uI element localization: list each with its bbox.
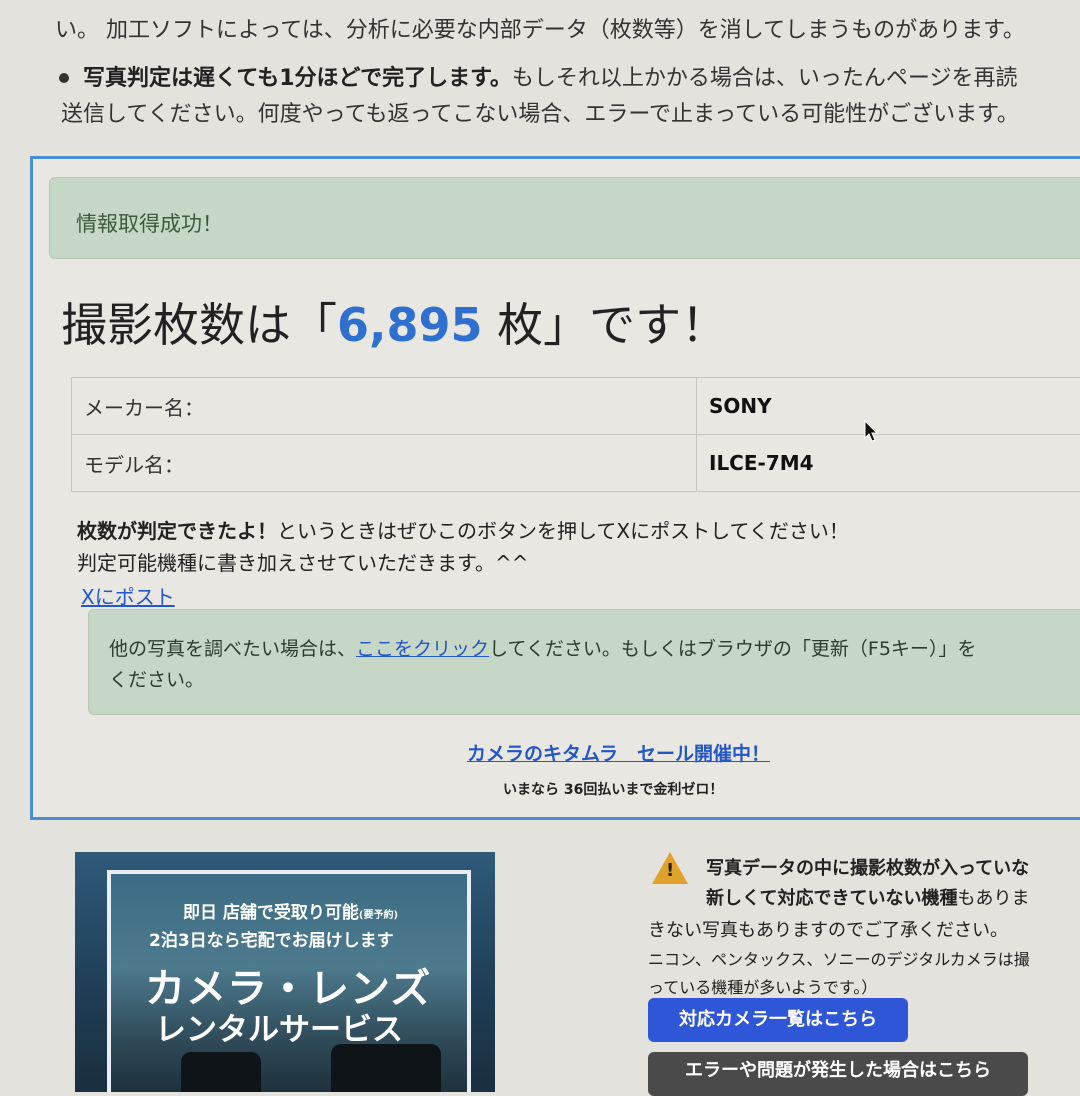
sale-subtext: いまなら 36回払いまで金利ゼロ！ [503,779,723,799]
shot-count-headline: 撮影枚数は「6,895 枚」です！ [61,289,727,355]
table-row: メーカー名： SONY [72,378,1080,435]
other-photo-line1: 他の写真を調べたい場合は、ここをクリックしてください。もしくはブラウザの「更新（… [109,634,976,661]
bullet-bold: 写真判定は遅くても1分ほどで完了します。 [83,66,512,91]
lens-image [181,1052,261,1092]
warning-line2-rest: もありま [957,888,1029,909]
banner-frame: 即日 店舗で受取り可能(要予約) 2泊3日なら宅配でお届けします カメラ・レンズ… [107,870,471,1092]
camera-image [331,1044,441,1092]
note-bold: 枚数が判定できたよ！ [77,519,277,543]
warning-line1: 写真データの中に撮影枚数が入っていな [706,854,1029,880]
table-row: モデル名： ILCE-7M4 [72,435,1080,492]
banner-line1-text: 即日 店舗で受取り可能 [183,903,359,923]
maker-label: メーカー名： [72,378,697,435]
bullet-dot-icon [59,73,69,83]
banner-line2: 2泊3日なら宅配でお届けします [149,926,394,951]
other-photo-alert: 他の写真を調べたい場合は、ここをクリックしてください。もしくはブラウザの「更新（… [88,609,1080,715]
warning-triangle-icon: ! [652,852,688,884]
success-alert: 情報取得成功！ [49,177,1080,259]
warning-line2: 新しくて対応できていない機種もありま [706,884,1029,910]
note-text: というときはぜひこのボタンを押してXにポストしてください！ [277,519,849,543]
rental-service-banner[interactable]: 即日 店舗で受取り可能(要予約) 2泊3日なら宅配でお届けします カメラ・レンズ… [75,852,495,1092]
warning-line4: ニコン、ペンタックス、ソニーのデジタルカメラは撮 [648,946,1030,970]
bullet-item: 写真判定は遅くても1分ほどで完了します。もしそれ以上かかる場合は、いったんページ… [55,60,1017,92]
error-report-button[interactable]: エラーや問題が発生した場合はこちら [648,1052,1028,1096]
maker-value: SONY [697,378,1080,435]
post-request-note: 枚数が判定できたよ！というときはぜひこのボタンを押してXにポストしてください！ [77,515,849,544]
headline-prefix: 撮影枚数は「 [61,298,337,352]
result-panel: 情報取得成功！ 撮影枚数は「6,895 枚」です！ メーカー名： SONY モデ… [30,156,1080,820]
banner-line1-small: (要予約) [359,910,398,921]
bullet-text: もしそれ以上かかる場合は、いったんページを再読 [512,66,1018,91]
camera-spec-table: メーカー名： SONY モデル名： ILCE-7M4 [71,377,1080,492]
shot-count-value: 6,895 [337,298,483,352]
bullet-line2: 送信してください。何度やっても返ってこない場合、エラーで止まっている可能性がござ… [61,96,1019,128]
supported-cameras-button[interactable]: 対応カメラ一覧はこちら [648,998,908,1042]
success-message: 情報取得成功！ [76,208,223,238]
warning-line2-bold: 新しくて対応できていない機種 [706,888,957,909]
click-here-link[interactable]: ここをクリック [356,638,489,660]
model-label: モデル名： [72,435,697,492]
post-request-note-line2: 判定可能機種に書き加えさせていただきます。^^ [77,547,529,576]
model-value: ILCE-7M4 [697,435,1080,492]
other-prefix: 他の写真を調べたい場合は、 [109,638,356,660]
other-photo-line2: ください。 [109,665,204,692]
other-suffix: してください。もしくはブラウザの「更新（F5キー）」を [489,638,976,660]
warning-line3: きない写真もありますのでご了承ください。 [648,916,1008,942]
banner-subtitle: レンタルサービス [155,1004,403,1049]
post-to-x-link[interactable]: Xにポスト [81,581,175,610]
mouse-cursor-icon [864,420,880,444]
intro-line: い。 加工ソフトによっては、分析に必要な内部データ（枚数等）を消してしまうものが… [55,12,1025,44]
headline-suffix: 枚」です！ [483,298,728,352]
warning-line5: っている機種が多いようです。） [648,974,877,998]
kitamura-sale-link[interactable]: カメラのキタムラ セール開催中！ [467,739,770,766]
banner-line1: 即日 店舗で受取り可能(要予約) [183,898,398,923]
